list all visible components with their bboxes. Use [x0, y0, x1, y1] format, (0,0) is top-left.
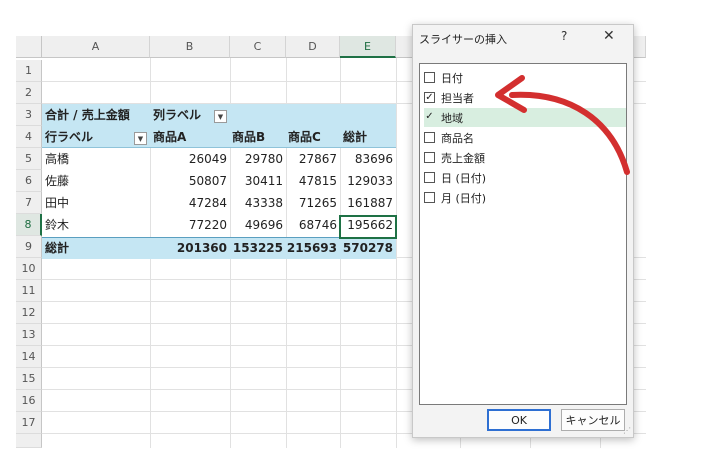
red-arrow-annotation — [495, 75, 630, 175]
